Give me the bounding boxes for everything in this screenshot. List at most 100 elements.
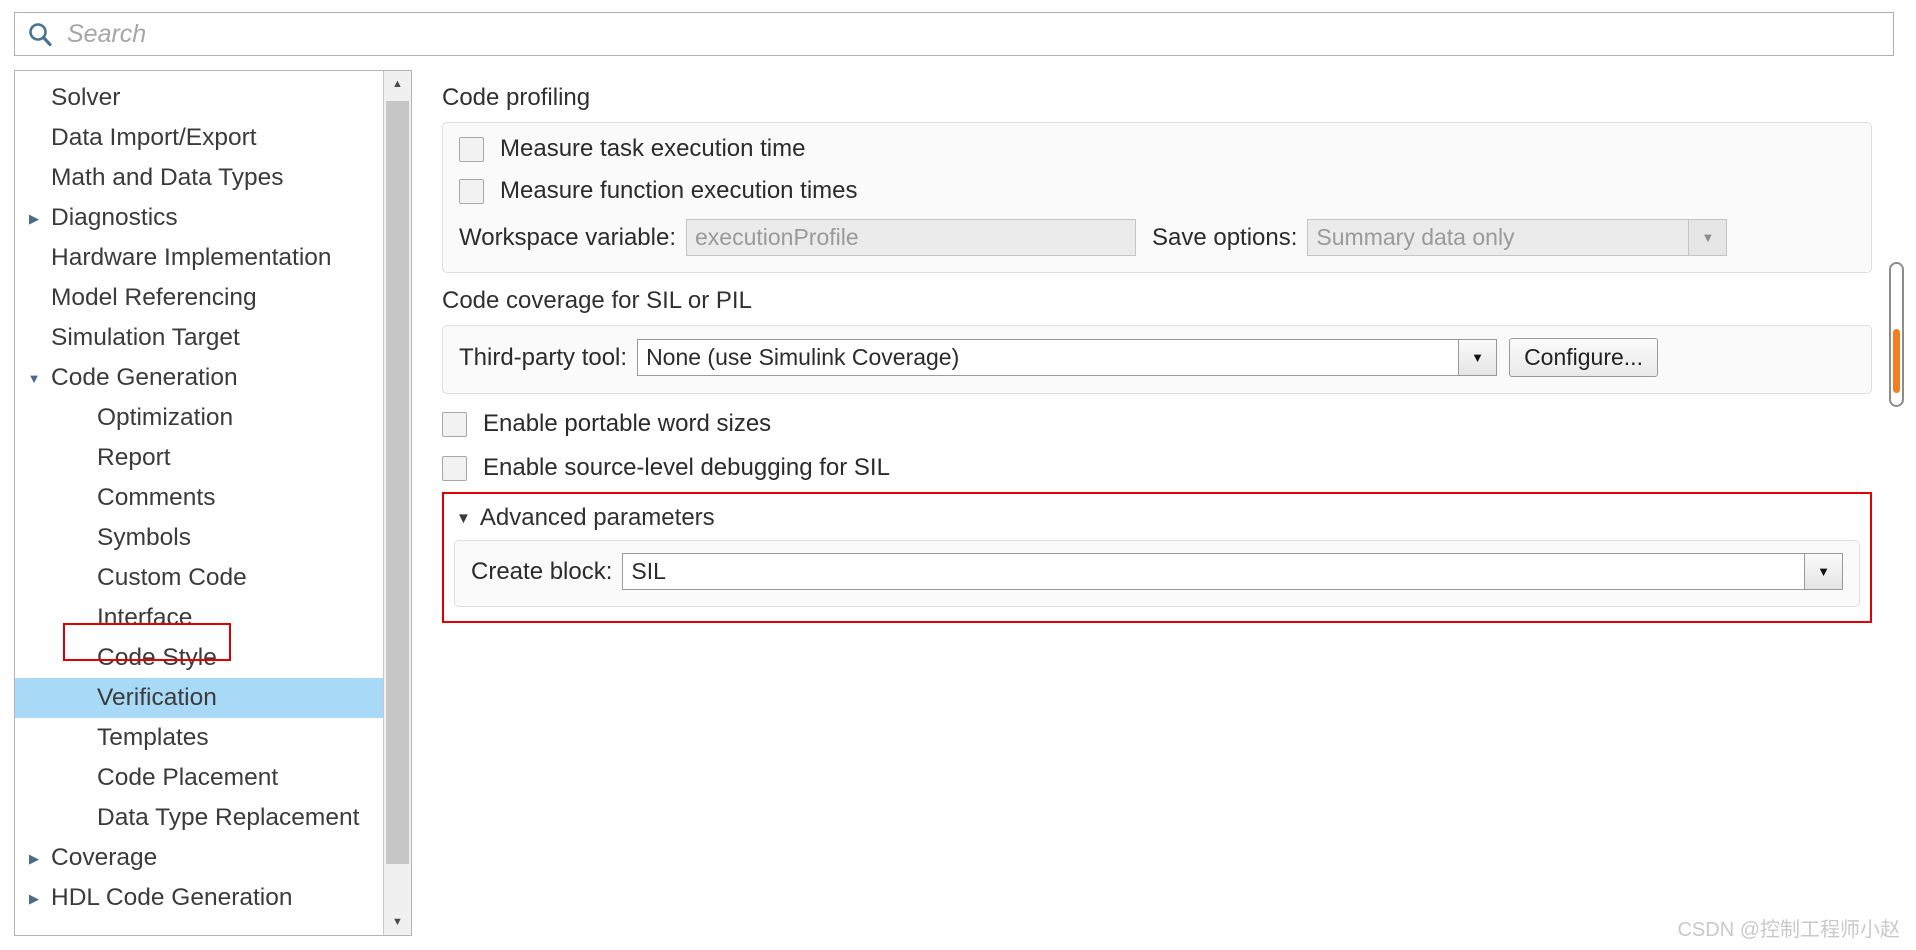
sidebar-item-label: Solver	[51, 84, 121, 111]
configure-button[interactable]: Configure...	[1509, 338, 1658, 377]
code-coverage-title: Code coverage for SIL or PIL	[442, 287, 752, 314]
sidebar-item-report[interactable]: Report	[15, 438, 383, 478]
main-panel: Code profiling Measure task execution ti…	[428, 70, 1882, 936]
tree-scrollbar[interactable]: ▲ ▼	[383, 71, 411, 935]
sidebar-item-label: Hardware Implementation	[51, 244, 332, 271]
measure-task-row[interactable]: Measure task execution time	[459, 135, 1855, 163]
triangle-right-icon[interactable]: ▶	[21, 892, 47, 905]
triangle-down-icon[interactable]: ▼	[456, 510, 471, 527]
sidebar-item-label: Math and Data Types	[51, 164, 284, 191]
chevron-down-icon[interactable]: ▼	[384, 909, 411, 935]
sidebar-item-coverage[interactable]: ▶ Coverage	[15, 838, 383, 878]
scrollbar-track[interactable]	[384, 97, 411, 909]
measure-function-row[interactable]: Measure function execution times	[459, 177, 1855, 205]
source-level-debugging-row[interactable]: Enable source-level debugging for SIL	[442, 454, 1882, 482]
workspace-variable-label: Workspace variable:	[459, 223, 676, 251]
create-block-value: SIL	[631, 558, 666, 584]
search-input[interactable]: Search	[14, 12, 1894, 56]
sidebar-item-label: Diagnostics	[51, 204, 178, 231]
scroll-marker[interactable]	[1893, 329, 1900, 393]
sidebar-item-label: Custom Code	[97, 564, 247, 591]
sidebar-item-verification[interactable]: Verification	[15, 678, 383, 718]
scrollbar-thumb[interactable]	[386, 101, 409, 865]
tree-list: Solver Data Import/Export Math and Data Ty…	[15, 71, 383, 935]
triangle-right-icon[interactable]: ▶	[21, 852, 47, 865]
chevron-up-icon[interactable]: ▲	[384, 71, 411, 97]
sidebar-item-label: Verification	[97, 684, 217, 711]
watermark: CSDN @控制工程师小赵	[1677, 919, 1900, 941]
sidebar-item-label: Templates	[97, 724, 209, 751]
code-profiling-title: Code profiling	[442, 84, 591, 111]
sidebar-item-label: Comments	[97, 484, 216, 511]
sidebar-item-interface[interactable]: Interface	[15, 598, 383, 638]
sidebar-item-simulation-target[interactable]: Simulation Target	[15, 318, 383, 358]
save-options-value: Summary data only	[1316, 224, 1515, 250]
measure-task-checkbox[interactable]	[459, 136, 484, 162]
workspace-save-row: Workspace variable: executionProfile Sav…	[459, 219, 1855, 256]
sidebar-item-label: Code Generation	[51, 364, 238, 391]
sidebar-item-model-referencing[interactable]: Model Referencing	[15, 278, 383, 318]
sidebar-item-label: Report	[97, 444, 171, 471]
sidebar-item-optimization[interactable]: Optimization	[15, 398, 383, 438]
sidebar-item-code-placement[interactable]: Code Placement	[15, 758, 383, 798]
source-level-debugging-checkbox[interactable]	[442, 455, 467, 481]
measure-task-label: Measure task execution time	[500, 135, 806, 162]
page-scroll-indicator[interactable]	[1889, 262, 1904, 407]
advanced-parameters-title: Advanced parameters	[479, 504, 715, 531]
sidebar-item-code-style[interactable]: Code Style	[15, 638, 383, 678]
sidebar-item-label: Data Type Replacement	[97, 804, 360, 831]
third-party-tool-dropdown[interactable]: None (use Simulink Coverage) ▼	[637, 339, 1498, 376]
sidebar-item-hardware-implementation[interactable]: Hardware Implementation	[15, 238, 383, 278]
portable-word-sizes-checkbox[interactable]	[442, 411, 467, 437]
sidebar-item-label: Code Placement	[97, 764, 279, 791]
sidebar-item-templates[interactable]: Templates	[15, 718, 383, 758]
code-profiling-group: Measure task execution time Measure func…	[442, 122, 1872, 273]
measure-function-label: Measure function execution times	[500, 177, 858, 204]
workspace-variable-input[interactable]: executionProfile	[685, 219, 1136, 256]
triangle-down-icon[interactable]: ▼	[21, 372, 47, 385]
sidebar-item-label: Coverage	[51, 844, 158, 871]
third-party-tool-label: Third-party tool:	[459, 343, 628, 371]
sidebar-item-label: Symbols	[97, 524, 191, 551]
sidebar-item-label: Code Style	[97, 644, 217, 671]
third-party-tool-value: None (use Simulink Coverage)	[646, 344, 960, 370]
sidebar-item-label: HDL Code Generation	[51, 884, 293, 911]
advanced-parameters-annotation: ▼ Advanced parameters Create block: SIL …	[442, 492, 1872, 623]
sidebar-item-label: Interface	[97, 604, 193, 631]
search-placeholder: Search	[67, 19, 147, 48]
portable-word-sizes-label: Enable portable word sizes	[483, 410, 772, 437]
sidebar-item-label: Model Referencing	[51, 284, 257, 311]
source-level-debugging-label: Enable source-level debugging for SIL	[483, 454, 890, 481]
sidebar-item-comments[interactable]: Comments	[15, 478, 383, 518]
code-coverage-group: Third-party tool: None (use Simulink Cov…	[442, 325, 1872, 394]
sidebar-item-label: Simulation Target	[51, 324, 240, 351]
chevron-down-icon[interactable]: ▼	[1458, 340, 1497, 375]
sidebar-item-data-type-replacement[interactable]: Data Type Replacement	[15, 798, 383, 838]
save-options-label: Save options:	[1151, 223, 1298, 251]
sidebar-item-hdl-code-generation[interactable]: ▶ HDL Code Generation	[15, 878, 383, 918]
third-party-tool-row: Third-party tool: None (use Simulink Cov…	[459, 338, 1855, 377]
create-block-row: Create block: SIL ▼	[471, 553, 1843, 590]
sidebar-item-code-generation[interactable]: ▼ Code Generation	[15, 358, 383, 398]
create-block-label: Create block:	[471, 557, 613, 585]
config-parameters-dialog: Search Solver Data Import/Export Math and …	[0, 0, 1916, 950]
settings-tree: Solver Data Import/Export Math and Data Ty…	[14, 70, 412, 936]
save-options-dropdown[interactable]: Summary data only ▼	[1307, 219, 1728, 256]
sidebar-item-math-and-data-types[interactable]: Math and Data Types	[15, 158, 383, 198]
sidebar-item-solver[interactable]: Solver	[15, 78, 383, 118]
chevron-down-icon[interactable]: ▼	[1804, 554, 1842, 589]
advanced-parameters-group: Create block: SIL ▼	[454, 540, 1860, 607]
sidebar-item-label: Optimization	[97, 404, 234, 431]
triangle-right-icon[interactable]: ▶	[21, 212, 47, 225]
sidebar-item-custom-code[interactable]: Custom Code	[15, 558, 383, 598]
portable-word-sizes-row[interactable]: Enable portable word sizes	[442, 410, 1882, 438]
create-block-dropdown[interactable]: SIL ▼	[622, 553, 1843, 590]
sidebar-item-data-import-export[interactable]: Data Import/Export	[15, 118, 383, 158]
sidebar-item-diagnostics[interactable]: ▶ Diagnostics	[15, 198, 383, 238]
sidebar-item-symbols[interactable]: Symbols	[15, 518, 383, 558]
chevron-down-icon[interactable]: ▼	[1688, 220, 1727, 255]
measure-function-checkbox[interactable]	[459, 178, 484, 204]
advanced-parameters-header[interactable]: ▼ Advanced parameters	[456, 504, 1860, 532]
search-icon	[25, 19, 55, 49]
sidebar-item-label: Data Import/Export	[51, 124, 257, 151]
